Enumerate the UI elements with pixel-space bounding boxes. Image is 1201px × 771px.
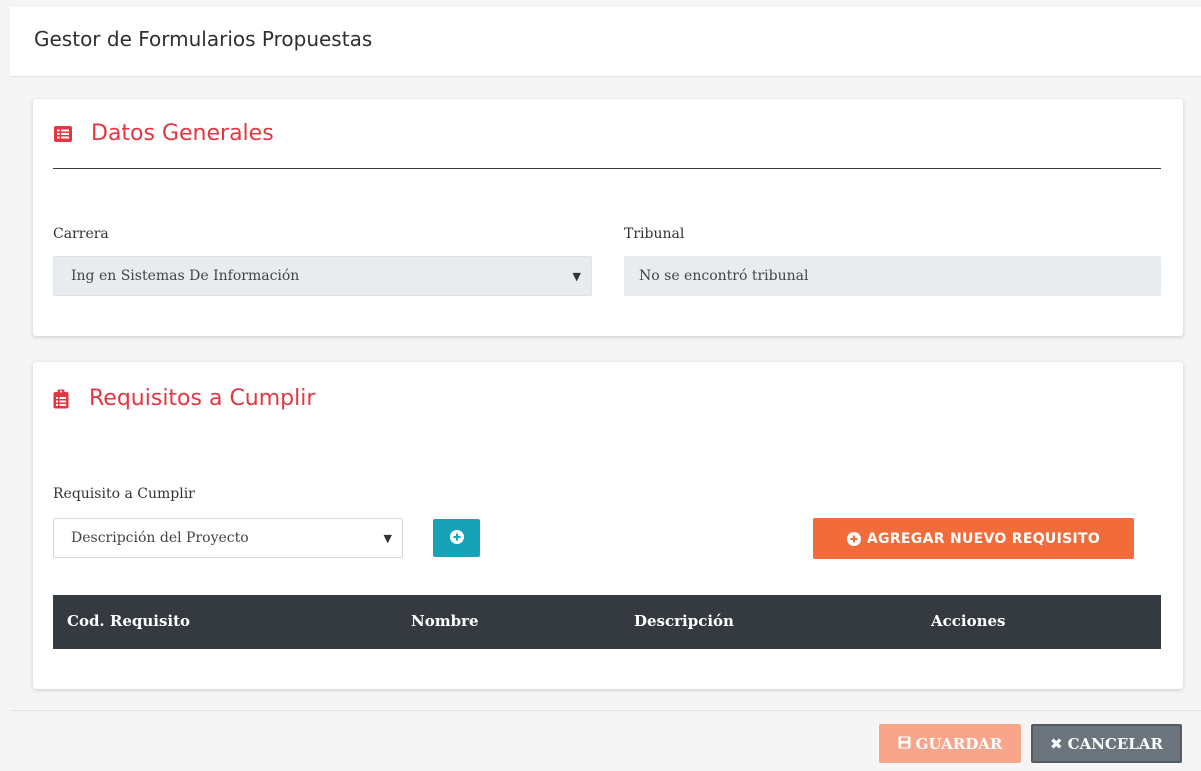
column-header-descripcion: Descripción xyxy=(634,612,734,630)
carrera-label: Carrera xyxy=(53,226,109,242)
add-new-requisito-button[interactable]: AGREGAR NUEVO REQUISITO xyxy=(813,518,1134,559)
chevron-down-icon: ▼ xyxy=(572,270,581,283)
section-title-text: Requisitos a Cumplir xyxy=(89,386,316,411)
requisitos-title: Requisitos a Cumplir xyxy=(53,386,315,411)
modal-title: Gestor de Formularios Propuestas xyxy=(34,27,373,51)
column-header-nombre: Nombre xyxy=(411,612,479,630)
requisito-select-value: Descripción del Proyecto xyxy=(71,530,249,546)
save-button[interactable]: GUARDAR xyxy=(879,724,1021,763)
add-new-requisito-label: AGREGAR NUEVO REQUISITO xyxy=(866,530,1101,547)
plus-circle-icon xyxy=(846,531,861,546)
modal-footer: GUARDAR ✖ CANCELAR xyxy=(10,710,1201,771)
tribunal-field[interactable]: No se encontró tribunal xyxy=(624,256,1161,296)
floppy-disk-icon xyxy=(898,735,911,753)
datos-generales-card: Datos Generales Carrera Ing en Sistemas … xyxy=(33,99,1183,336)
add-requisito-button[interactable] xyxy=(433,519,480,557)
tribunal-field-value: No se encontró tribunal xyxy=(639,268,809,284)
list-alt-icon xyxy=(53,124,73,144)
section-divider xyxy=(53,168,1161,169)
requisitos-card: Requisitos a Cumplir Requisito a Cumplir… xyxy=(33,362,1183,689)
section-title-text: Datos Generales xyxy=(91,121,274,146)
column-header-acciones: Acciones xyxy=(931,612,1006,630)
column-header-cod: Cod. Requisito xyxy=(67,612,191,630)
cancel-button[interactable]: ✖ CANCELAR xyxy=(1031,724,1182,763)
carrera-select[interactable]: Ing en Sistemas De Información ▼ xyxy=(53,256,592,296)
close-icon: ✖ xyxy=(1050,734,1063,753)
datos-generales-title: Datos Generales xyxy=(53,121,274,146)
chevron-down-icon: ▼ xyxy=(383,532,392,545)
plus-circle-icon xyxy=(449,529,464,548)
tribunal-label: Tribunal xyxy=(624,226,685,242)
requisito-label: Requisito a Cumplir xyxy=(53,486,195,502)
requisitos-table-header: Cod. Requisito Nombre Descripción Accion… xyxy=(53,595,1161,649)
requisito-select[interactable]: Descripción del Proyecto ▼ xyxy=(53,518,403,558)
save-button-label: GUARDAR xyxy=(915,734,1003,753)
carrera-select-value: Ing en Sistemas De Información xyxy=(71,268,300,284)
cancel-button-label: CANCELAR xyxy=(1067,734,1163,753)
clipboard-list-icon xyxy=(53,389,73,409)
modal-header: Gestor de Formularios Propuestas xyxy=(10,7,1201,77)
modal-body: Datos Generales Carrera Ing en Sistemas … xyxy=(10,78,1201,710)
